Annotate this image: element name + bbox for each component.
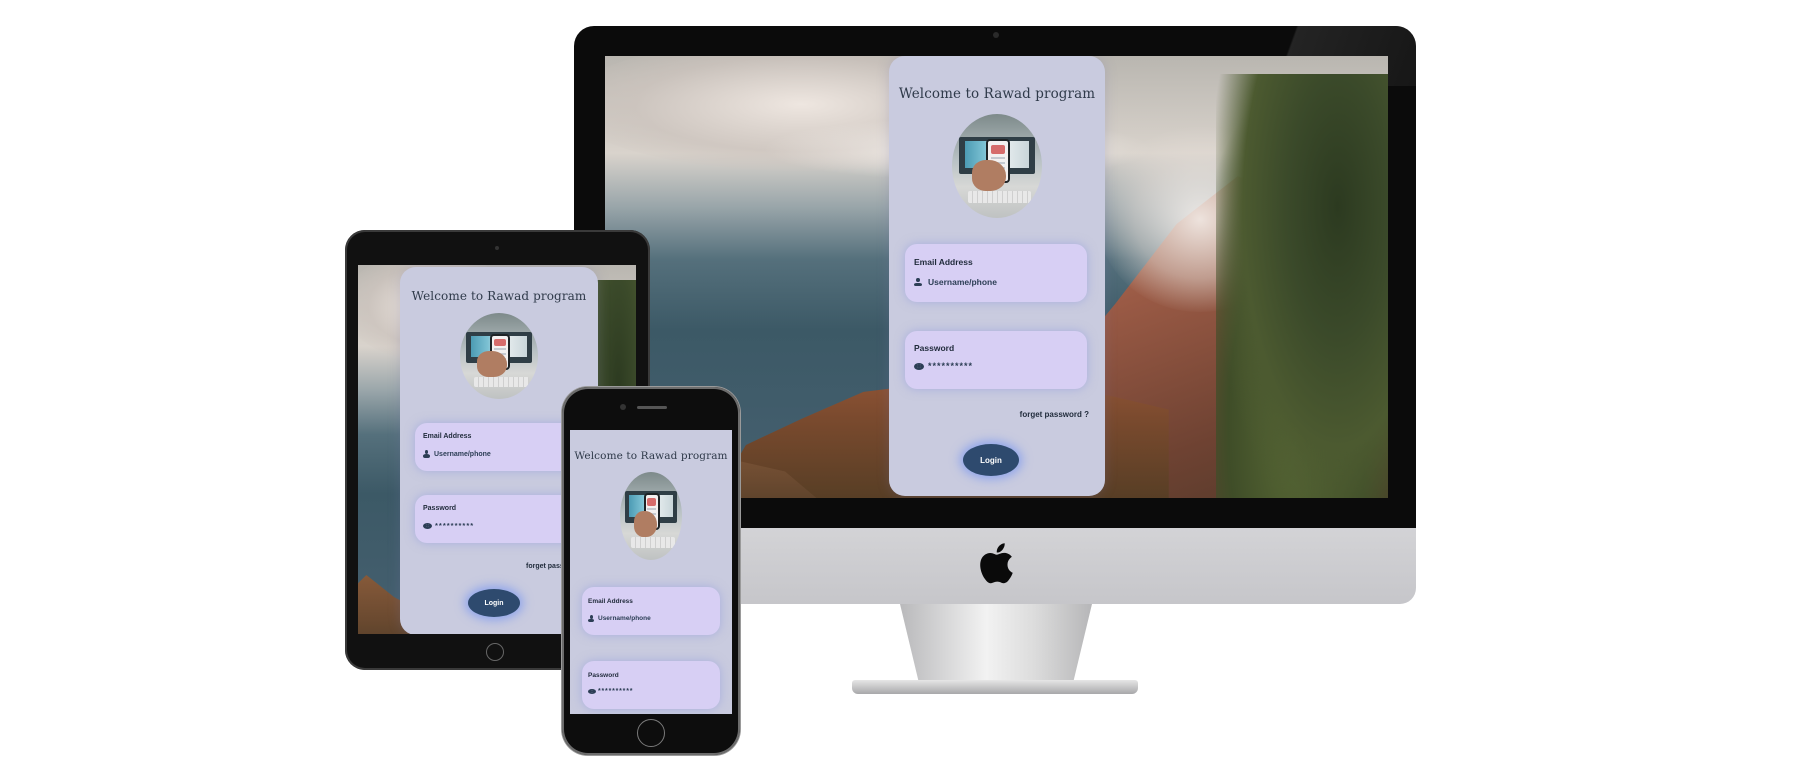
login-card: Welcome to Rawad program Email Address U… — [889, 56, 1105, 496]
email-placeholder: Username/phone — [598, 615, 651, 622]
imac-stand — [900, 604, 1092, 684]
email-label: Email Address — [914, 257, 973, 267]
iphone-speaker — [637, 406, 667, 409]
password-mask: ********** — [598, 688, 634, 695]
ipad-home-button[interactable] — [486, 643, 504, 661]
forgot-password-link[interactable]: forget password ? — [1020, 410, 1089, 419]
avatar-image — [952, 114, 1042, 218]
eye-icon[interactable] — [588, 689, 596, 694]
email-label: Email Address — [588, 598, 633, 605]
password-field[interactable]: Password ********** — [415, 495, 580, 543]
apple-logo-icon — [980, 543, 1013, 584]
password-label: Password — [588, 672, 619, 679]
forgot-password-link[interactable]: forget pass — [526, 563, 564, 570]
email-field[interactable]: Email Address Username/phone — [415, 423, 580, 471]
page-title: Welcome to Rawad program — [898, 86, 1096, 102]
email-placeholder: Username/phone — [434, 450, 491, 458]
avatar-image — [460, 313, 538, 399]
email-placeholder: Username/phone — [928, 277, 997, 287]
user-icon — [914, 277, 922, 287]
eye-icon[interactable] — [914, 362, 924, 370]
user-icon — [423, 450, 430, 458]
imac-stand-base — [852, 680, 1138, 694]
imac-camera — [993, 32, 999, 38]
iphone-screen: Welcome to Rawad program Email Address U… — [570, 430, 732, 714]
email-label: Email Address — [423, 433, 472, 440]
password-field[interactable]: Password ********** — [582, 661, 720, 709]
user-icon — [588, 615, 594, 622]
email-field[interactable]: Email Address Username/phone — [582, 587, 720, 635]
iphone-camera — [620, 404, 626, 410]
ipad-camera — [495, 246, 499, 250]
eye-icon[interactable] — [423, 522, 432, 529]
page-title: Welcome to Rawad program — [411, 289, 587, 303]
page-title: Welcome to Rawad program — [574, 450, 728, 462]
password-field[interactable]: Password ********** — [905, 331, 1087, 389]
password-mask: ********** — [435, 521, 475, 530]
password-mask: ********** — [928, 361, 974, 371]
password-label: Password — [423, 505, 457, 512]
login-card: Welcome to Rawad program Email Address U… — [570, 430, 732, 714]
login-button[interactable]: Login — [963, 444, 1019, 476]
avatar-image — [620, 472, 682, 560]
login-button[interactable]: Login — [468, 589, 520, 617]
iphone-home-button[interactable] — [637, 719, 665, 747]
password-label: Password — [914, 343, 955, 353]
email-field[interactable]: Email Address Username/phone — [905, 244, 1087, 302]
